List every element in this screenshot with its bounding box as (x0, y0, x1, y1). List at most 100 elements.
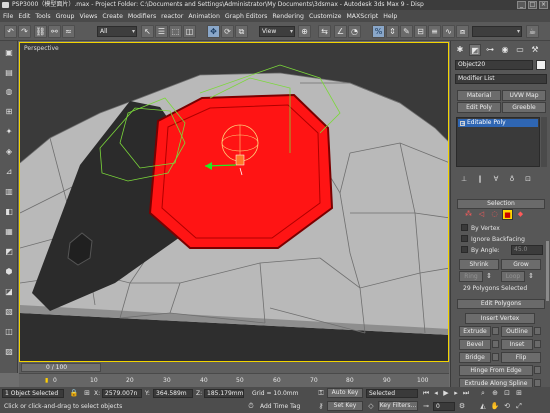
align-icon[interactable]: ⊟ (414, 25, 427, 38)
left-tool-8-icon[interactable]: ▥ (3, 186, 15, 198)
left-tool-9-icon[interactable]: ◧ (3, 206, 15, 218)
hinge-from-edge-button[interactable]: Hinge From Edge (459, 365, 533, 376)
extrude-along-spline-settings-icon[interactable] (534, 379, 541, 387)
left-tool-12-icon[interactable]: ⬢ (3, 266, 15, 278)
x-coordinate-field[interactable]: 2579.007n (102, 389, 142, 398)
make-unique-icon[interactable]: ∀ (491, 174, 501, 184)
loop-spinner-icon[interactable]: ⇕ (526, 271, 536, 281)
bridge-button[interactable]: Bridge (459, 352, 491, 363)
maximize-button[interactable]: □ (528, 1, 537, 9)
next-frame-icon[interactable]: ▸ (451, 388, 461, 398)
lock-icon[interactable]: 🔒 (69, 388, 79, 398)
left-tool-6-icon[interactable]: ◈ (3, 146, 15, 158)
left-tool-15-icon[interactable]: ◫ (3, 326, 15, 338)
field-of-view-icon[interactable]: ◭ (478, 401, 488, 411)
left-tool-2-icon[interactable]: ▤ (3, 67, 15, 79)
time-tag-icon[interactable]: ⏱ (246, 401, 256, 411)
undo-icon[interactable]: ↶ (4, 25, 17, 38)
menu-tools[interactable]: Tools (35, 13, 50, 20)
left-tool-7-icon[interactable]: ⊿ (3, 166, 15, 178)
zoom-icon[interactable]: ⌕ (478, 388, 488, 398)
render-icon[interactable]: ☕ (526, 25, 539, 38)
left-tool-5-icon[interactable]: ✦ (3, 126, 15, 138)
bevel-button[interactable]: Bevel (459, 339, 491, 350)
ignore-backfacing-checkbox[interactable]: Ignore Backfacing (461, 235, 525, 243)
polygon-level-icon[interactable]: ■ (502, 209, 513, 220)
bind-space-warp-icon[interactable]: ≈ (62, 25, 75, 38)
menu-edit[interactable]: Edit (18, 13, 30, 20)
display-tab-icon[interactable]: ▭ (514, 44, 526, 56)
angle-snap-icon[interactable]: ◔ (348, 25, 361, 38)
zoom-all-icon[interactable]: ⊕ (490, 388, 500, 398)
ring-spinner-icon[interactable]: ⇕ (484, 271, 494, 281)
set-key-button[interactable]: Set Key (327, 401, 363, 411)
create-tab-icon[interactable]: ✱ (454, 44, 466, 56)
left-tool-13-icon[interactable]: ◪ (3, 286, 15, 298)
configure-modifier-sets-icon[interactable]: ⊡ (523, 174, 533, 184)
left-tool-16-icon[interactable]: ▨ (3, 346, 15, 358)
left-tool-1-icon[interactable]: ▣ (3, 47, 15, 59)
inset-button[interactable]: Inset (501, 339, 533, 350)
schematic-view-icon[interactable]: ⧈ (456, 25, 469, 38)
menu-create[interactable]: Create (102, 13, 123, 20)
left-tool-4-icon[interactable]: ⊞ (3, 106, 15, 118)
outline-button[interactable]: Outline (501, 326, 533, 337)
hinge-settings-icon[interactable] (534, 366, 541, 374)
time-slider[interactable]: 0 / 100 (21, 363, 101, 372)
menu-rendering[interactable]: Rendering (272, 13, 304, 20)
select-object-icon[interactable]: ↖ (141, 25, 154, 38)
left-tool-14-icon[interactable]: ▧ (3, 306, 15, 318)
border-level-icon[interactable]: ◌ (489, 209, 500, 220)
app-icon[interactable] (2, 2, 9, 8)
extrude-button[interactable]: Extrude (459, 326, 491, 337)
left-tool-10-icon[interactable]: ▦ (3, 226, 15, 238)
edit-polygons-rollout[interactable]: Edit Polygons (457, 299, 545, 309)
by-angle-checkbox[interactable]: By Angle: (461, 246, 500, 254)
arc-rotate-icon[interactable]: ⟲ (502, 401, 512, 411)
layer-manager-icon[interactable]: ≡ (428, 25, 441, 38)
menu-graph-editors[interactable]: Graph Editors (225, 13, 267, 20)
percent-snap-icon[interactable]: % (372, 25, 385, 38)
maximize-viewport-icon[interactable]: ⤢ (514, 401, 524, 411)
stack-scrollbar[interactable] (541, 117, 547, 167)
pan-icon[interactable]: ✋ (490, 401, 500, 411)
greeble-button[interactable]: Greeble (502, 102, 546, 113)
reference-coord-dropdown[interactable]: View (259, 26, 295, 37)
edit-named-selections-icon[interactable]: ✎ (400, 25, 413, 38)
key-filters-button[interactable]: Key Filters... (378, 401, 418, 411)
modify-tab-icon[interactable]: ◩ (469, 44, 481, 56)
select-and-rotate-icon[interactable]: ⟳ (221, 25, 234, 38)
vertex-level-icon[interactable]: ⁂ (463, 209, 474, 220)
previous-frame-icon[interactable]: ◂ (431, 388, 441, 398)
add-time-tag[interactable]: Add Time Tag (260, 403, 300, 410)
hierarchy-tab-icon[interactable]: ⊶ (484, 44, 496, 56)
z-coordinate-field[interactable]: 185.179mm (204, 389, 244, 398)
menu-group[interactable]: Group (56, 13, 75, 20)
modifier-list-dropdown[interactable]: Modifier List (455, 74, 547, 84)
by-vertex-checkbox[interactable]: By Vertex (461, 224, 500, 232)
timeline-cursor-icon[interactable]: ▮ (45, 377, 48, 384)
menu-help[interactable]: Help (383, 13, 397, 20)
menu-animation[interactable]: Animation (188, 13, 220, 20)
redo-icon[interactable]: ↷ (18, 25, 31, 38)
named-selection-dropdown[interactable] (472, 26, 522, 37)
key-mode-toggle-icon[interactable]: ⊸ (421, 401, 431, 411)
insert-vertex-button[interactable]: Insert Vertex (465, 313, 535, 324)
left-tool-3-icon[interactable]: ◍ (3, 86, 15, 98)
menu-file[interactable]: File (3, 13, 13, 20)
select-by-name-icon[interactable]: ☰ (155, 25, 168, 38)
selection-rollout[interactable]: Selection (457, 199, 545, 209)
material-button[interactable]: Material (457, 90, 501, 101)
time-configuration-icon[interactable]: ⚙ (457, 401, 467, 411)
close-button[interactable]: × (539, 1, 548, 9)
absolute-mode-icon[interactable]: ⊞ (82, 388, 92, 398)
element-level-icon[interactable]: ◆ (515, 209, 526, 220)
play-icon[interactable]: ▶ (441, 388, 451, 398)
perspective-viewport[interactable]: Perspective (19, 42, 449, 362)
object-name-field[interactable]: Object20 (455, 60, 533, 70)
select-and-scale-icon[interactable]: ⧉ (235, 25, 248, 38)
edit-poly-button[interactable]: Edit Poly (457, 102, 501, 113)
motion-tab-icon[interactable]: ◉ (499, 44, 511, 56)
outline-settings-icon[interactable] (534, 327, 541, 335)
ring-button[interactable]: Ring (459, 271, 483, 282)
